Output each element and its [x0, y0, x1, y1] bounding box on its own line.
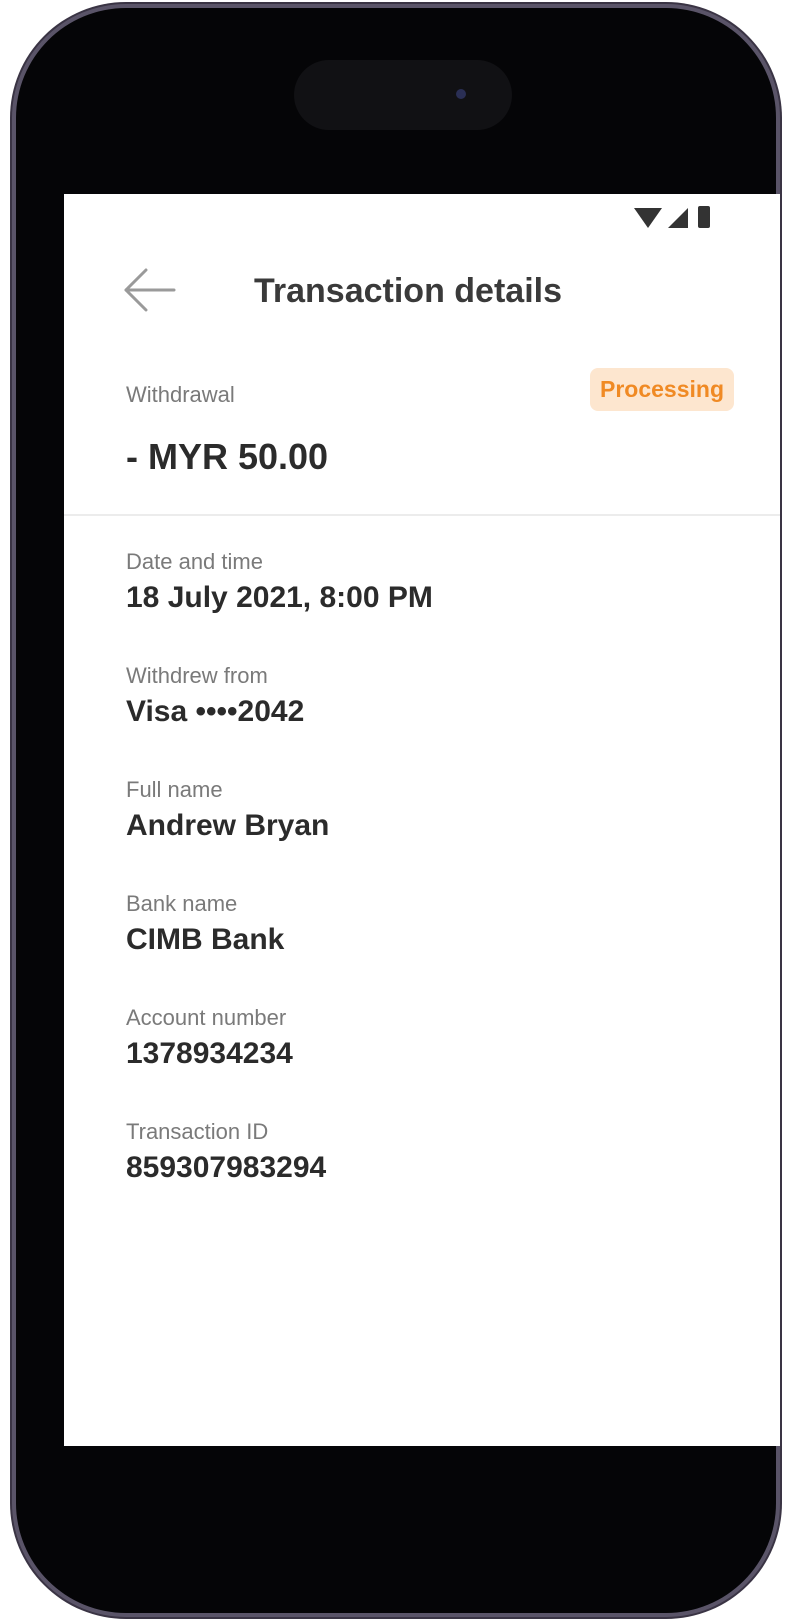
transaction-amount: - MYR 50.00: [126, 436, 329, 477]
status-bar: [634, 206, 710, 228]
app-header: Transaction details: [64, 254, 780, 324]
detail-value: CIMB Bank: [126, 923, 285, 956]
transaction-details-list: Date and time 18 July 2021, 8:00 PM With…: [126, 549, 433, 1233]
page-title: Transaction details: [254, 272, 562, 310]
detail-label: Bank name: [126, 891, 238, 916]
detail-value: 859307983294: [126, 1151, 327, 1184]
status-badge: Processing: [590, 368, 734, 411]
detail-transaction-id: Transaction ID 859307983294: [126, 1119, 433, 1233]
detail-label: Account number: [126, 1005, 287, 1030]
transaction-type: Withdrawal: [126, 382, 235, 407]
wifi-icon: [634, 208, 662, 228]
detail-bank-name: Bank name CIMB Bank: [126, 891, 433, 1005]
detail-account-number: Account number 1378934234: [126, 1005, 433, 1119]
dynamic-island: [294, 60, 512, 130]
detail-value: Andrew Bryan: [126, 809, 330, 842]
transaction-summary: Withdrawal Processing - MYR 50.00: [64, 364, 780, 516]
back-button[interactable]: [122, 268, 176, 312]
detail-value: Visa ••••2042: [126, 695, 305, 728]
detail-label: Transaction ID: [126, 1119, 269, 1144]
front-camera: [456, 89, 466, 99]
detail-value: 18 July 2021, 8:00 PM: [126, 581, 433, 614]
app-screen: Transaction details Withdrawal Processin…: [64, 194, 780, 1446]
detail-withdrew-from: Withdrew from Visa ••••2042: [126, 663, 433, 777]
cellular-signal-icon: [668, 208, 688, 228]
detail-label: Full name: [126, 777, 223, 802]
detail-label: Withdrew from: [126, 663, 268, 688]
detail-full-name: Full name Andrew Bryan: [126, 777, 433, 891]
detail-label: Date and time: [126, 549, 263, 574]
phone-frame: Transaction details Withdrawal Processin…: [16, 8, 780, 1613]
detail-date-time: Date and time 18 July 2021, 8:00 PM: [126, 549, 433, 663]
battery-icon: [698, 206, 710, 228]
detail-value: 1378934234: [126, 1037, 293, 1070]
arrow-left-icon: [124, 268, 176, 312]
